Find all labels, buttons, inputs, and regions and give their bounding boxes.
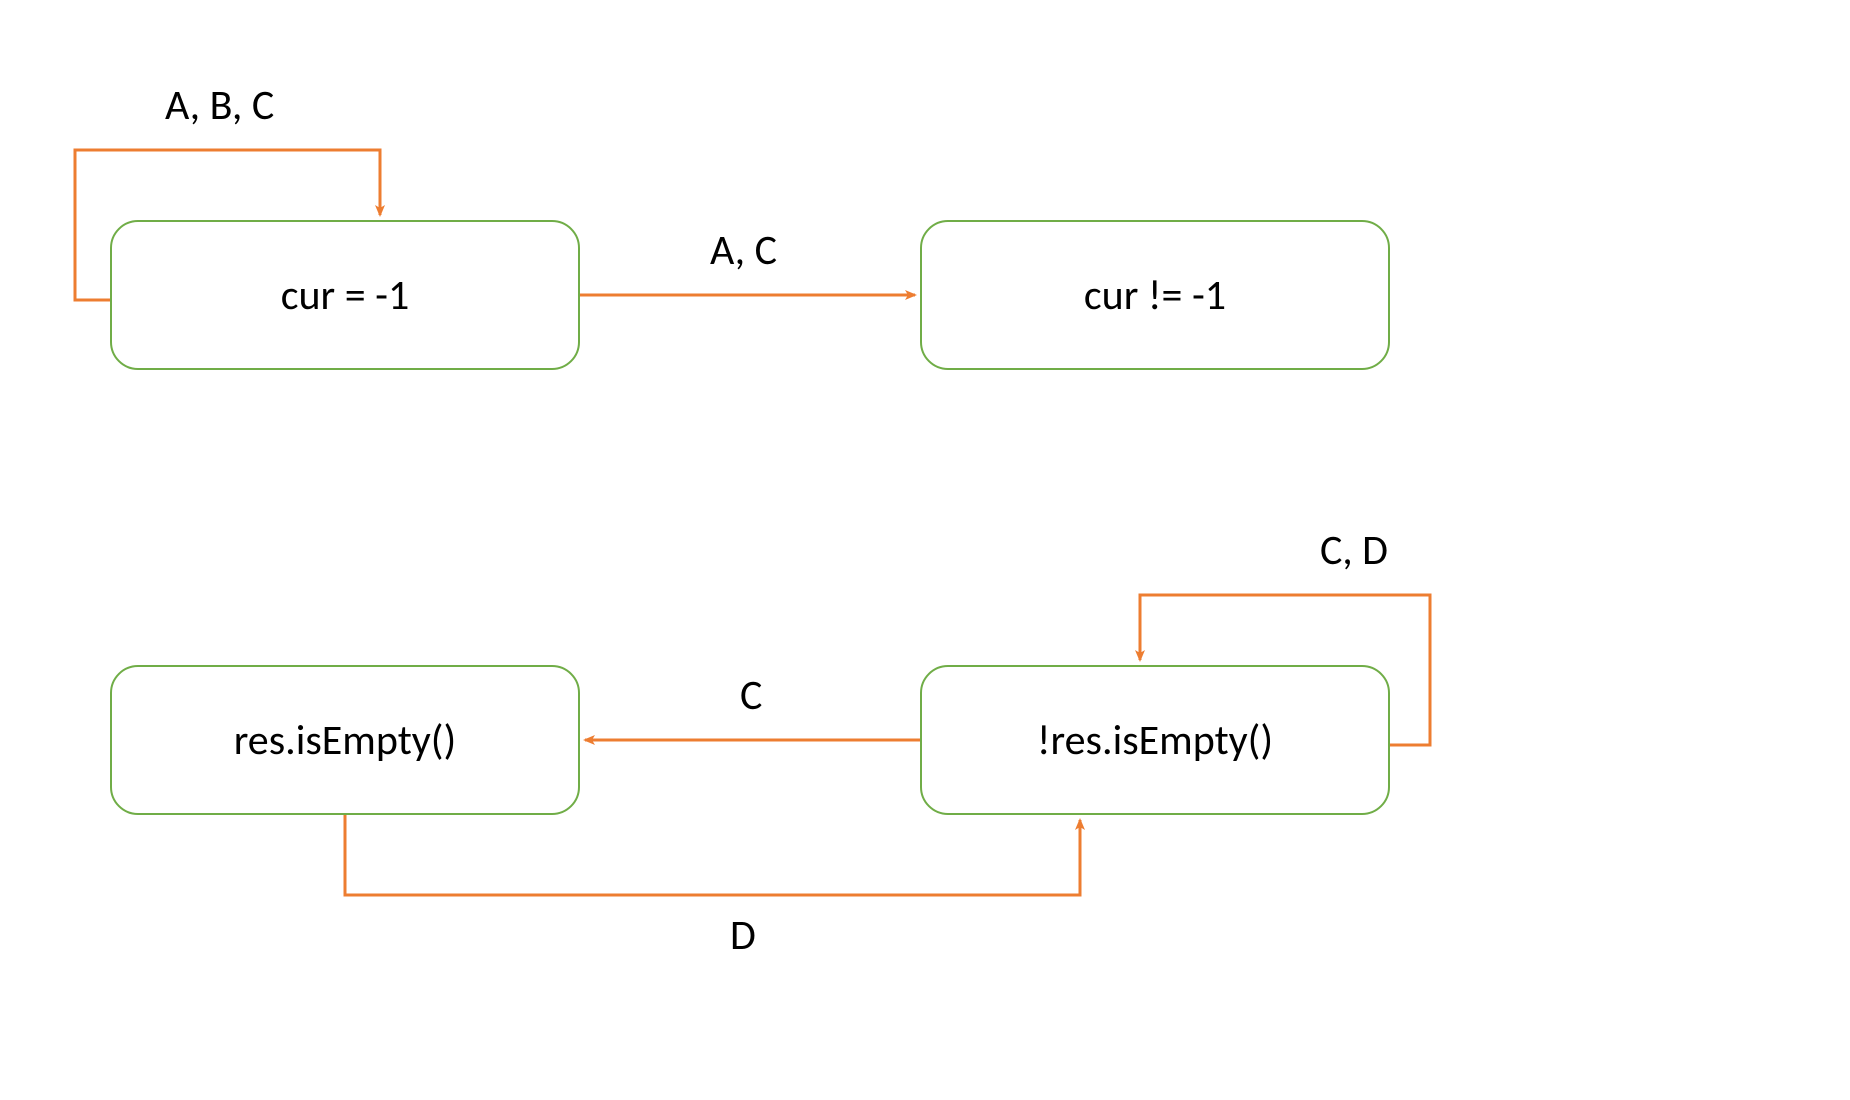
state-not-res-isempty: !res.isEmpty() <box>920 665 1390 815</box>
edge-label-s3-s4: D <box>730 910 756 961</box>
state-res-isempty: res.isEmpty() <box>110 665 580 815</box>
edge-label-s4-s3: C <box>740 670 762 721</box>
edge-s3-s4 <box>345 815 1080 895</box>
state-label: cur = -1 <box>281 270 410 321</box>
edge-label-s1-s2: A, C <box>710 225 777 276</box>
state-label: cur != -1 <box>1084 270 1226 321</box>
state-label: res.isEmpty() <box>234 715 457 766</box>
edge-label-self-s4: C, D <box>1320 525 1388 576</box>
edge-label-self-s1: A, B, C <box>165 80 274 131</box>
state-label: !res.isEmpty() <box>1037 715 1273 766</box>
arrows-layer <box>0 0 1850 1100</box>
state-cur-neq-minus1: cur != -1 <box>920 220 1390 370</box>
state-cur-eq-minus1: cur = -1 <box>110 220 580 370</box>
